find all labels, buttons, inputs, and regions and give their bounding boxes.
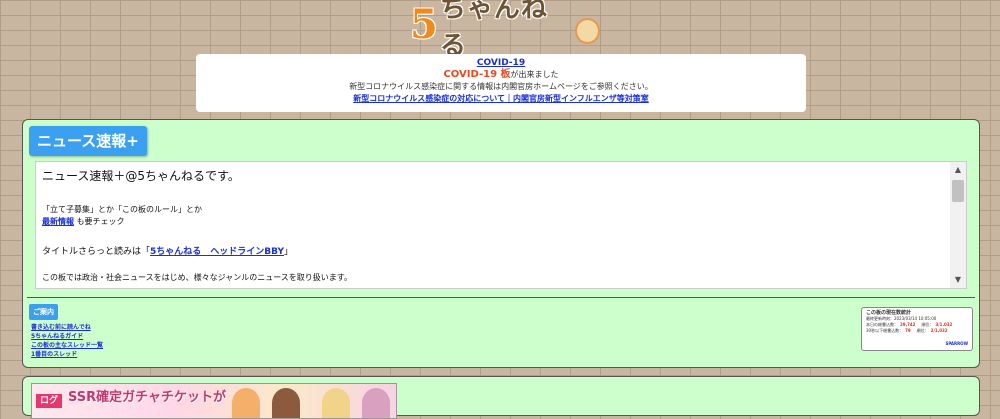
description-scrollbar[interactable]: ▲ ▼ [950,162,966,288]
ad-character-image [272,388,300,418]
logo-five: 5 [410,1,438,48]
board-description-heading: ニュース速報＋@5ちゃんねるです。 [42,169,240,183]
ad-character-image [362,388,390,418]
scroll-up-icon[interactable]: ▲ [950,162,966,178]
board-description-line1: 「立て子募集」とか「この板のルール」とか [42,205,202,214]
ad-text: SSR確定ガチャチケットが [68,390,227,405]
board-description-headline: タイトルさらっと読みは「5ちゃんねる ヘッドラインBBY」 [42,246,960,258]
covid-notice-heading: COVID-19 板が出来ました [196,69,806,81]
headline-suffix: 」 [284,247,294,257]
stats-sparrow-link[interactable]: SPARROW [945,341,968,347]
ad-banner[interactable]: ログ SSR確定ガチャチケットが [31,383,397,419]
guide-label: ご案内 [29,304,58,320]
latest-info-suffix: も要チェック [76,217,125,226]
covid-heading-suffix: が出来ました [510,70,559,79]
headline-prefix: タイトルさらっと読みは「 [42,247,151,257]
board-description-content: ニュース速報＋@5ちゃんねるです。 「立て子募集」とか「この板のルール」とか 最… [36,162,966,288]
board-description-box: ニュース速報＋@5ちゃんねるです。 「立て子募集」とか「この板のルール」とか 最… [35,161,967,289]
guide-link-5ch-guide[interactable]: 5ちゃんねるガイド [31,332,103,341]
ad-panel: ログ SSR確定ガチャチケットが [22,376,980,419]
board-stats-box: この板の現在数統計 最終更新時刻：2023/03/14 10:05:00 本日の… [861,307,973,351]
ad-tag: ログ [36,394,63,408]
covid-description: 新型コロナウイルス感染症に関する情報は内閣官房ホームページをご参照ください。 [349,82,653,91]
divider [27,297,975,298]
guide-link-first-thread[interactable]: 1番目のスレッド [31,350,103,359]
board-title[interactable]: ニュース速報+ [29,126,147,156]
board-header-panel: ニュース速報+ ニュース速報＋@5ちゃんねるです。 「立て子募集」とか「この板の… [22,119,980,368]
mascot-icon [574,18,600,44]
stats-row2-label: 30秒以下総書込数： [866,328,904,333]
stats-row2-label2: 順位： [916,328,929,333]
ad-character-image [322,388,350,418]
covid-board-name: COVID-19 板 [443,69,511,80]
scroll-down-icon[interactable]: ▼ [950,272,966,288]
site-logo[interactable]: 5 ちゃんねる [410,0,600,61]
ad-character-image [232,388,260,418]
guide-link-read-first[interactable]: 書き込む前に読んでね [31,323,103,332]
latest-info-link[interactable]: 最新情報 [42,217,74,226]
logo-text: ちゃんねる [439,0,548,61]
guide-link-thread-list[interactable]: この板の主なスレッド一覧 [31,341,103,350]
covid-notice: COVID-19 COVID-19 板が出来ました 新型コロナウイルス感染症に関… [196,54,806,112]
board-description-line4: この板では政治・社会ニュースをはじめ、様々なジャンルのニュースを取り扱います。 [42,273,352,282]
stats-row2-value: 79 [905,328,911,333]
headline-bby-link[interactable]: 5ちゃんねる ヘッドラインBBY [150,247,284,257]
guide-links: 書き込む前に読んでね 5ちゃんねるガイド この板の主なスレッド一覧 1番目のスレ… [31,323,103,359]
covid-board-link[interactable]: COVID-19 [477,58,525,68]
stats-row2-value2: 2/1,032 [930,328,948,333]
board-description-line2: 最新情報 も要チェック [42,216,960,228]
stats-row-30s: 30秒以下総書込数： 79 順位： 2/1,032 [866,328,968,334]
cabinet-office-link[interactable]: 新型コロナウイルス感染症の対応について｜内閣官房新型インフルエンザ等対策室 [353,94,649,103]
scroll-thumb[interactable] [952,180,964,202]
